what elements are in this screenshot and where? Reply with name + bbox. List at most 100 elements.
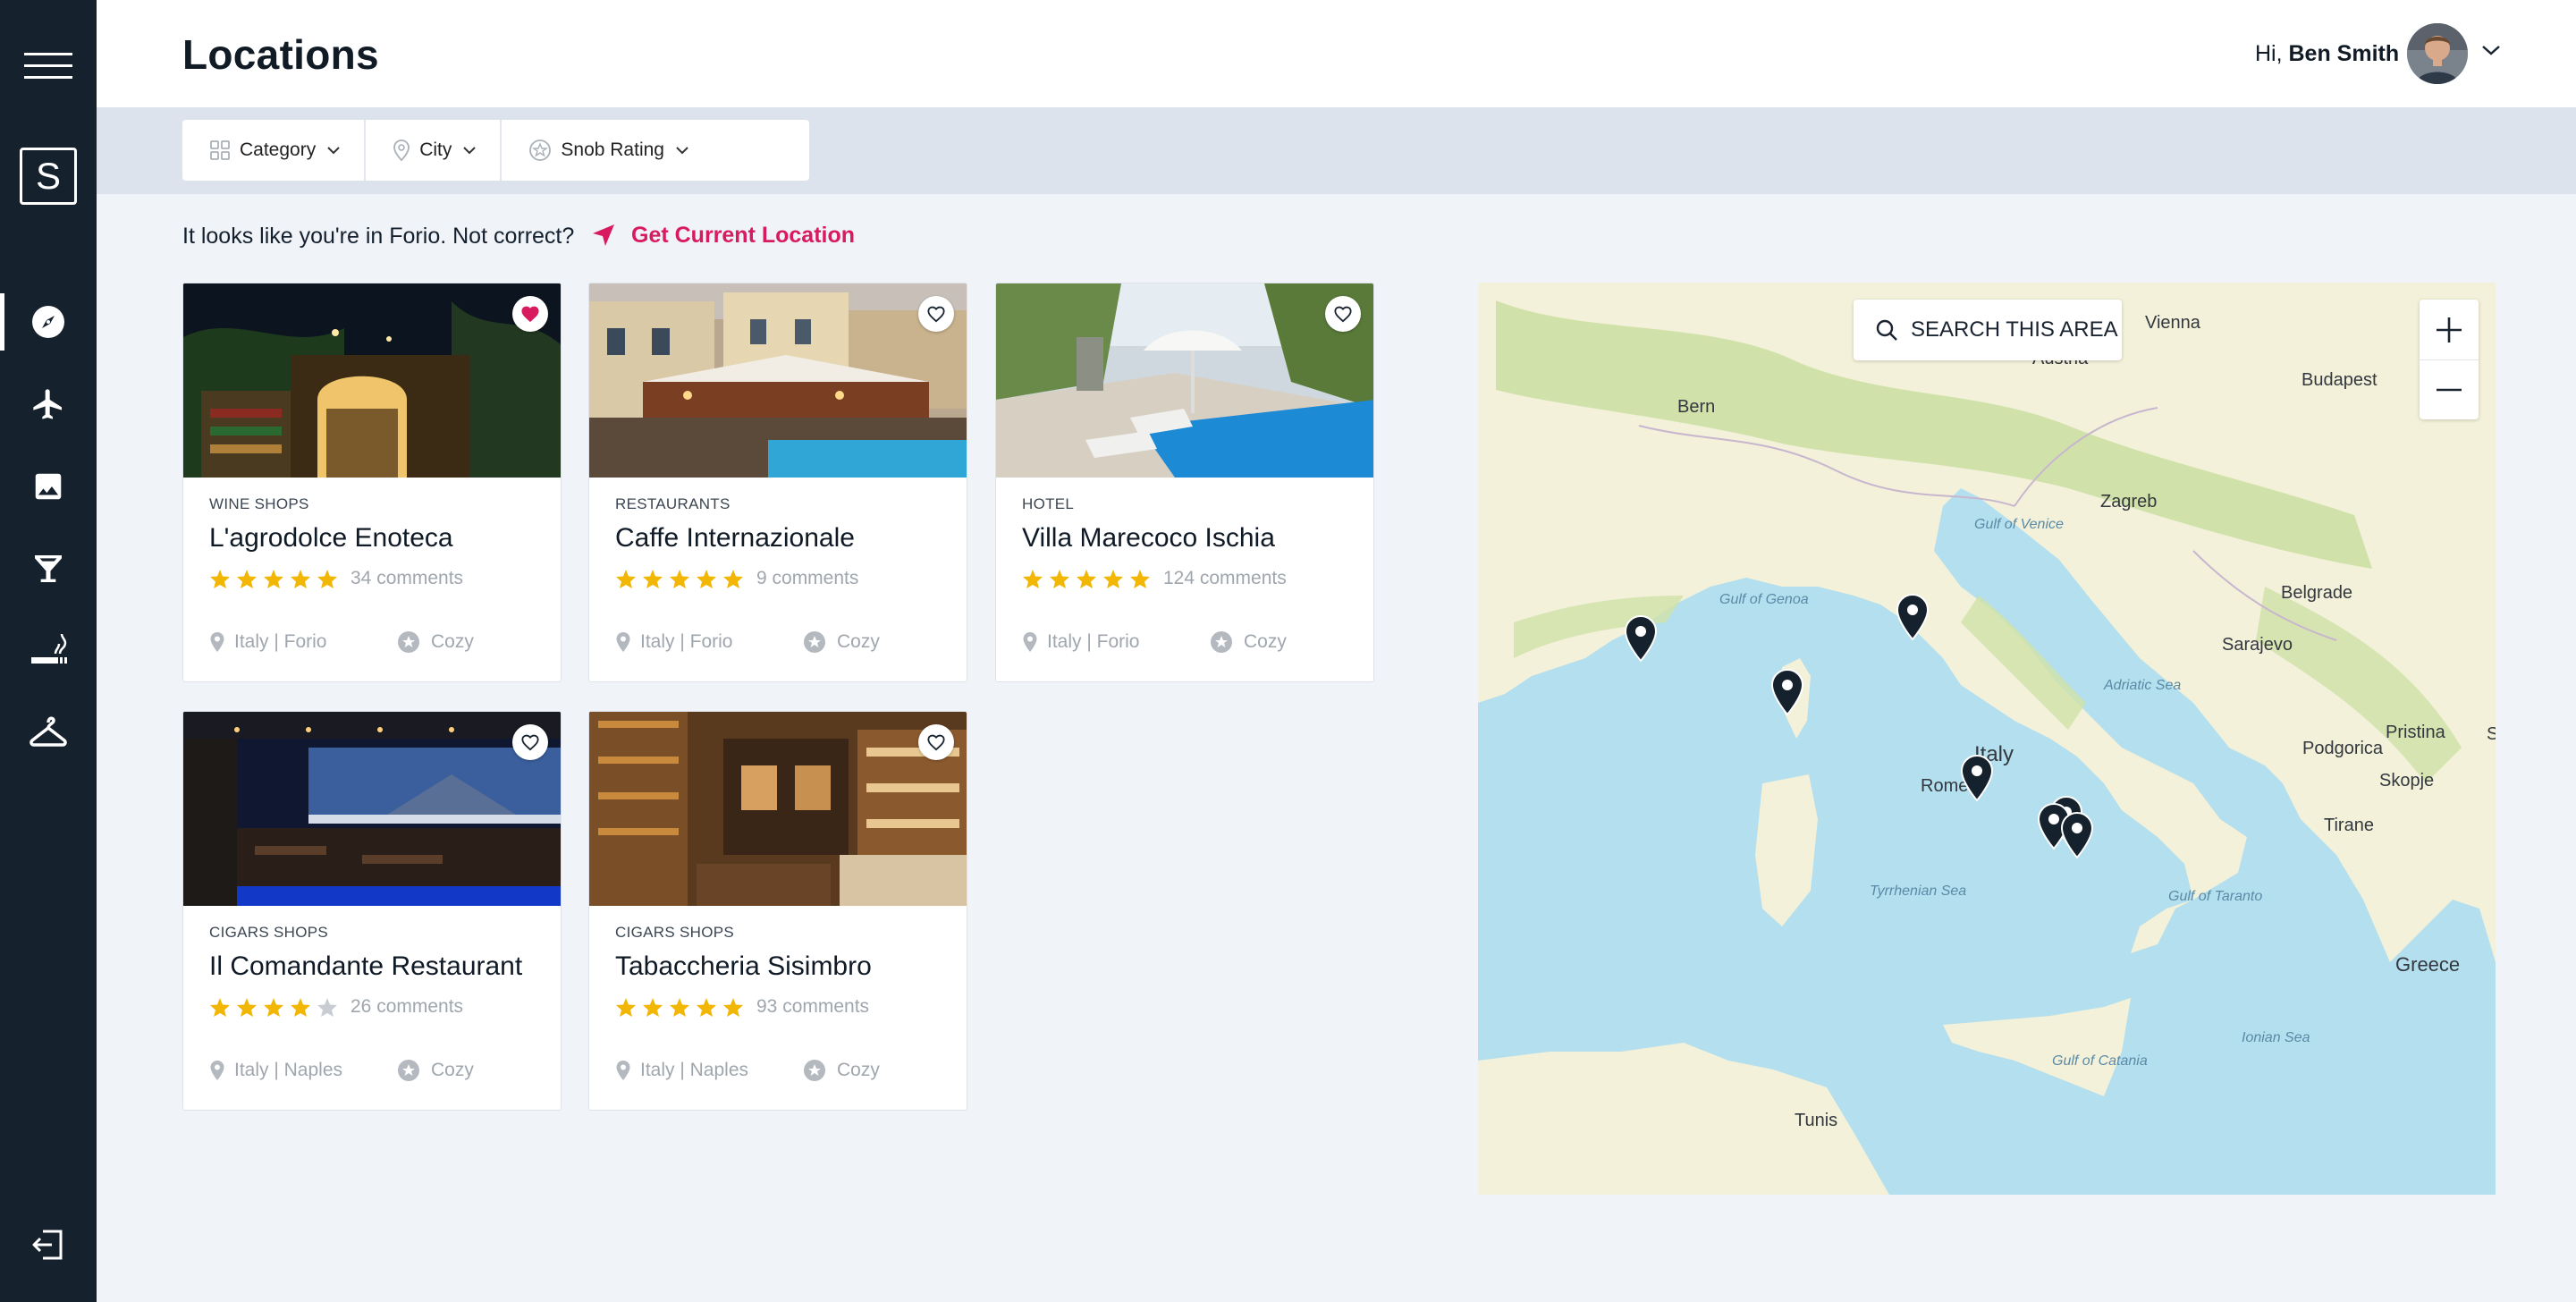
card-tag-label: Cozy — [1244, 631, 1287, 652]
star-icon — [643, 569, 663, 588]
map[interactable]: Vienna Budapest Bern Austria Zagreb Belg… — [1478, 283, 2496, 1195]
map-pin-icon — [1023, 632, 1037, 652]
avatar[interactable] — [2407, 23, 2468, 84]
comments-count[interactable]: 93 comments — [756, 996, 869, 1018]
map-label-vienna: Vienna — [2145, 313, 2200, 333]
navigation-arrow-icon — [593, 224, 614, 246]
get-current-location-label: Get Current Location — [631, 222, 856, 248]
card-tag-label: Cozy — [837, 1060, 880, 1080]
star-icon — [1103, 569, 1123, 588]
location-card[interactable]: CIGARS SHOPS Il Comandante Restaurant 26… — [182, 711, 562, 1111]
image-icon[interactable] — [0, 465, 97, 508]
greeting-prefix: Hi, — [2255, 41, 2289, 66]
location-card[interactable]: CIGARS SHOPS Tabaccheria Sisimbro 93 com… — [588, 711, 967, 1111]
star-empty-icon — [317, 997, 337, 1017]
map-label-greece: Greece — [2395, 953, 2461, 976]
card-title[interactable]: Tabaccheria Sisimbro — [615, 951, 872, 982]
logout-icon[interactable] — [0, 1225, 97, 1264]
heart-filled-icon — [521, 306, 539, 323]
card-title[interactable]: Villa Marecoco Ischia — [1022, 523, 1275, 554]
location-card[interactable]: HOTEL Villa Marecoco Ischia 124 comments… — [995, 283, 1374, 682]
favorite-button[interactable] — [1325, 296, 1361, 332]
card-tag-label: Cozy — [431, 1060, 474, 1080]
grid-icon — [210, 140, 230, 160]
map-marker[interactable] — [1896, 594, 1929, 640]
card-title[interactable]: Caffe Internazionale — [615, 523, 855, 554]
map-sea-gulf-of-taranto: Gulf of Taranto — [2168, 889, 2263, 904]
card-place: Italy | Forio — [209, 631, 397, 653]
map-label-edge: S — [2487, 724, 2496, 744]
star-icon — [210, 569, 230, 588]
filter-city[interactable]: City — [366, 120, 503, 181]
star-icon — [616, 997, 636, 1017]
hanger-icon[interactable] — [0, 708, 97, 755]
map-pin-icon — [393, 140, 410, 162]
get-current-location-link[interactable]: Get Current Location — [590, 222, 855, 249]
map-pin-icon — [616, 1061, 630, 1080]
rating-stars: 34 comments — [209, 568, 463, 589]
user-menu-chevron-icon[interactable] — [2480, 43, 2502, 62]
cocktail-glass-icon[interactable] — [0, 547, 97, 590]
search-this-area-label: SEARCH THIS AREA — [1911, 317, 2118, 342]
card-title[interactable]: Il Comandante Restaurant — [209, 951, 522, 982]
comments-count[interactable]: 34 comments — [351, 568, 463, 589]
map-label-tunis: Tunis — [1795, 1111, 1838, 1130]
star-icon — [317, 569, 337, 588]
location-card[interactable]: WINE SHOPS L'agrodolce Enoteca 34 commen… — [182, 283, 562, 682]
card-tag: Cozy — [1210, 630, 1287, 654]
map-marker[interactable] — [2061, 812, 2093, 858]
top-header: Locations Hi, Ben Smith — [97, 0, 2576, 107]
search-this-area-button[interactable]: SEARCH THIS AREA — [1854, 300, 2122, 360]
card-tag-label: Cozy — [431, 631, 474, 652]
star-icon — [723, 569, 743, 588]
map-label-budapest: Budapest — [2302, 370, 2378, 390]
comments-count[interactable]: 26 comments — [351, 996, 463, 1018]
zoom-out-button[interactable] — [2420, 359, 2479, 419]
sidebar: S — [0, 0, 97, 1302]
compass-icon[interactable] — [0, 300, 97, 343]
card-tag: Cozy — [397, 630, 474, 654]
card-photo — [996, 283, 1373, 478]
card-place: Italy | Forio — [1022, 631, 1210, 653]
card-place: Italy | Naples — [615, 1060, 803, 1081]
favorite-button[interactable] — [918, 296, 954, 332]
star-icon — [1050, 569, 1069, 588]
chevron-down-icon — [327, 147, 340, 155]
star-icon — [291, 997, 310, 1017]
card-photo — [589, 283, 967, 478]
airplane-icon[interactable] — [0, 383, 97, 426]
favorite-button[interactable] — [918, 724, 954, 760]
rating-stars: 124 comments — [1022, 568, 1287, 589]
location-message: It looks like you're in Forio. Not corre… — [182, 224, 575, 249]
map-label-belgrade: Belgrade — [2281, 583, 2353, 603]
card-place-label: Italy | Forio — [640, 631, 733, 652]
card-title[interactable]: L'agrodolce Enoteca — [209, 523, 453, 554]
map-label-podgorica: Podgorica — [2302, 739, 2384, 758]
comments-count[interactable]: 9 comments — [756, 568, 858, 589]
favorite-button[interactable] — [512, 296, 548, 332]
star-icon — [264, 569, 283, 588]
map-marker[interactable] — [1961, 755, 1993, 801]
logo[interactable]: S — [0, 147, 97, 206]
filter-group: Category City Snob Rating — [182, 120, 809, 181]
card-tag-label: Cozy — [837, 631, 880, 652]
filter-snob-rating[interactable]: Snob Rating — [502, 120, 713, 181]
menu-icon[interactable] — [0, 50, 97, 82]
location-card[interactable]: RESTAURANTS Caffe Internazionale 9 comme… — [588, 283, 967, 682]
heart-outline-icon — [927, 306, 945, 323]
map-marker[interactable] — [1625, 615, 1657, 662]
map-sea-gulf-of-catania: Gulf of Catania — [2052, 1053, 2148, 1069]
map-label-tirane: Tirane — [2324, 816, 2374, 835]
favorite-button[interactable] — [512, 724, 548, 760]
card-photo — [183, 283, 561, 478]
rating-stars: 93 comments — [615, 996, 869, 1018]
card-tag: Cozy — [397, 1059, 474, 1082]
map-label-skopje: Skopje — [2379, 771, 2435, 790]
card-place: Italy | Naples — [209, 1060, 397, 1081]
comments-count[interactable]: 124 comments — [1163, 568, 1287, 589]
star-icon — [616, 569, 636, 588]
filter-category[interactable]: Category — [182, 120, 367, 181]
cigar-icon[interactable] — [0, 626, 97, 674]
zoom-in-button[interactable] — [2420, 300, 2479, 359]
map-marker[interactable] — [1771, 669, 1803, 715]
